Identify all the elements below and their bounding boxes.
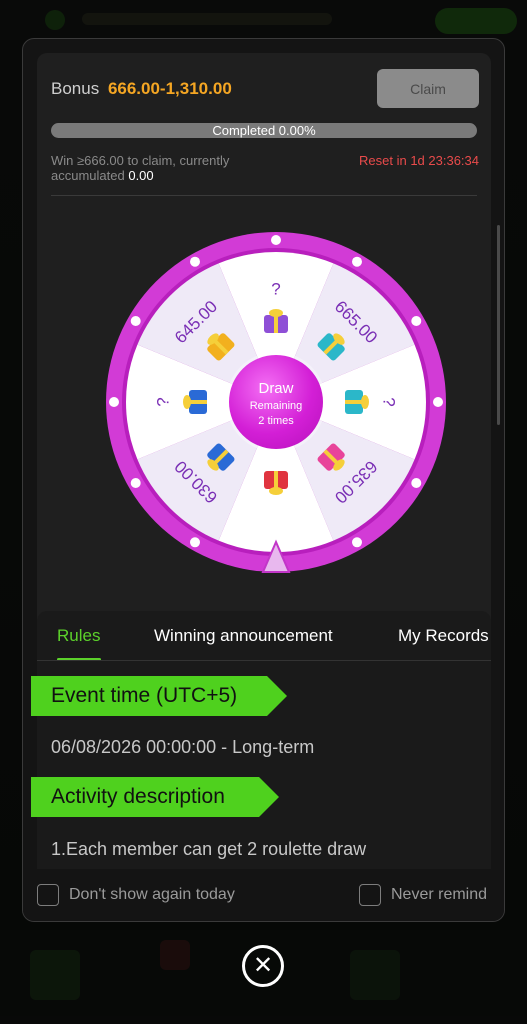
footer-options: Don't show again today Never remind [23, 869, 504, 921]
wheel-light [411, 478, 422, 488]
close-icon[interactable]: ✕ [242, 945, 284, 987]
wheel-light [190, 537, 200, 548]
reset-countdown: Reset in 1d 23:36:34 [359, 153, 479, 168]
dont-show-today-label: Don't show again today [69, 886, 235, 903]
activity-description-heading: Activity description [31, 777, 279, 817]
wheel-segment-label: ? [153, 397, 172, 406]
progress-text: Completed 0.00% [212, 123, 316, 138]
wheel-light [411, 316, 422, 326]
tab-bar: Rules Winning announcement My Records [37, 611, 491, 661]
remaining-label: Remaining [249, 400, 303, 412]
progress-bar: Completed 0.00% [51, 123, 477, 138]
wheel-light [109, 397, 119, 407]
bonus-range: 666.00-1,310.00 [107, 79, 232, 98]
wheel-light [130, 316, 141, 326]
wheel-light [190, 256, 200, 267]
wheel-segment-label: ? [380, 397, 399, 406]
wheel-light [352, 537, 362, 548]
win-note: Win ≥666.00 to claim, currently accumula… [51, 153, 291, 183]
tab-rules[interactable]: Rules [57, 626, 100, 646]
claim-button[interactable]: Claim [377, 69, 479, 108]
active-tab-indicator [57, 658, 101, 660]
wheel-light [271, 235, 281, 245]
dont-show-today-checkbox[interactable] [37, 884, 59, 906]
wheel-light [130, 478, 141, 488]
win-note-accumulated: 0.00 [128, 168, 154, 183]
wheel-light [352, 256, 362, 267]
bonus-summary: Bonus 666.00-1,310.00 [51, 79, 232, 99]
activity-description-line: 1.Each member can get 2 roulette draw [51, 839, 367, 859]
never-remind-checkbox[interactable] [359, 884, 381, 906]
bonus-label: Bonus [51, 79, 100, 98]
divider [51, 195, 477, 196]
remaining-count: 2 times [258, 415, 294, 427]
wheel-segment-label: ? [271, 279, 280, 298]
never-remind-label: Never remind [391, 886, 488, 903]
event-time-heading: Event time (UTC+5) [31, 676, 287, 716]
bonus-roulette-modal: Bonus 666.00-1,310.00 Claim Completed 0.… [22, 38, 505, 922]
scrollbar[interactable] [497, 225, 500, 425]
bonus-card: Bonus 666.00-1,310.00 Claim Completed 0.… [37, 53, 500, 635]
draw-button[interactable]: Draw Remaining 2 times [229, 355, 323, 449]
event-time-value: 06/08/2026 00:00:00 - Long-term [51, 737, 315, 757]
wheel-light [433, 397, 443, 407]
tab-winning-announcement[interactable]: Winning announcement [154, 626, 333, 646]
draw-label: Draw [258, 380, 294, 397]
tab-my-records[interactable]: My Records [398, 626, 489, 646]
roulette-wheel: ? 665.00? 635.00 630.00? 645.00 Draw Remaini… [103, 229, 449, 575]
